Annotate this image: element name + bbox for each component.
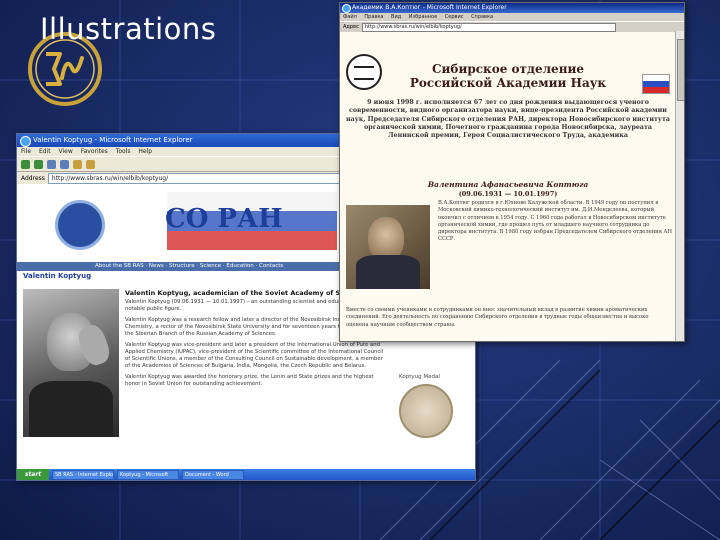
menu-file[interactable]: File <box>21 148 31 155</box>
sbras-emblem-icon <box>55 200 105 250</box>
koptyug-photo <box>346 205 430 289</box>
menu-view[interactable]: View <box>59 148 73 155</box>
address-label: Адрес <box>343 24 359 30</box>
header-title-line2: Российской Академии Наук <box>409 76 607 90</box>
address-input[interactable]: http://www.sbras.ru/win/elbib/koptyug/ <box>47 172 363 184</box>
article-paragraph: Valentin Koptyug was awarded the honorar… <box>125 374 374 387</box>
menu-help[interactable]: Help <box>138 148 152 155</box>
side-panel: Koptyug Medal <box>399 374 465 438</box>
page-heading: Valentin Koptyug <box>23 272 92 280</box>
taskbar-item[interactable]: SB RAS - Internet Explorer <box>52 469 114 480</box>
address-bar: Адрес http://www.sbras.ru/win/elbib/kopt… <box>340 21 684 32</box>
menu-bar: Файл Правка Вид Избранное Сервис Справка <box>340 13 684 21</box>
menu-edit[interactable]: Edit <box>39 148 51 155</box>
header-title-line1: Сибирское отделение <box>431 62 585 76</box>
intro-text: 9 июня 1998 г. исполняется 67 лет со дня… <box>346 99 670 140</box>
window-title: Valentin Koptyug - Microsoft Internet Ex… <box>33 136 193 144</box>
address-label: Address <box>21 174 45 182</box>
menu-tools[interactable]: Сервис <box>445 14 464 20</box>
refresh-button-icon[interactable] <box>60 159 69 169</box>
menu-favorites[interactable]: Избранное <box>409 14 437 20</box>
taskbar-item[interactable]: Document - Word <box>182 469 244 480</box>
page-header: Сибирское отделение Российской Академии … <box>340 32 684 94</box>
start-button[interactable]: start <box>17 469 49 480</box>
browser-window-russian[interactable]: Академик В.А.Коптюг - Microsoft Internet… <box>339 2 685 342</box>
portrait-suit <box>29 381 113 437</box>
taskbar: start SB RAS - Internet Explorer Koptyug… <box>17 469 475 480</box>
menu-edit[interactable]: Правка <box>364 14 383 20</box>
medal-image <box>399 384 453 438</box>
window-title: Академик В.А.Коптюг - Microsoft Internet… <box>352 4 507 11</box>
biography-text: В.А.Коптюг родился в г.Юхнове Калужской … <box>438 200 673 243</box>
slide-title: Illustrations <box>40 12 217 46</box>
favorites-button-icon[interactable] <box>86 159 95 169</box>
photo-body <box>356 255 420 289</box>
forward-button-icon[interactable] <box>34 159 43 169</box>
stop-button-icon[interactable] <box>47 159 56 169</box>
menu-favorites[interactable]: Favorites <box>81 148 108 155</box>
article-paragraph: Valentin Koptyug was vice-president and … <box>125 342 384 369</box>
russian-flag-icon <box>642 74 670 94</box>
address-input[interactable]: http://www.sbras.ru/win/elbib/koptyug/ <box>361 22 616 32</box>
koptyug-portrait <box>23 289 119 437</box>
menu-tools[interactable]: Tools <box>116 148 131 155</box>
medal-caption: Koptyug Medal <box>399 374 440 380</box>
taskbar-item[interactable]: Koptyug - Microsoft <box>117 469 179 480</box>
menu-view[interactable]: Вид <box>391 14 401 20</box>
ie-icon <box>342 4 351 13</box>
life-dates: (09.06.1931 — 10.01.1997) <box>458 190 558 198</box>
menu-file[interactable]: Файл <box>343 14 357 20</box>
home-button-icon[interactable] <box>73 159 82 169</box>
window-title-bar[interactable]: Академик В.А.Коптюг - Microsoft Internet… <box>340 3 684 13</box>
banner-title: СО РАН <box>165 204 283 234</box>
person-name: Валентина Афанасьевича Коптюга <box>427 180 589 189</box>
ie-icon <box>20 136 31 147</box>
back-button-icon[interactable] <box>21 159 30 169</box>
menu-help[interactable]: Справка <box>471 14 493 20</box>
bottom-text: Вместе со своими учениками и сотрудникам… <box>346 307 649 328</box>
